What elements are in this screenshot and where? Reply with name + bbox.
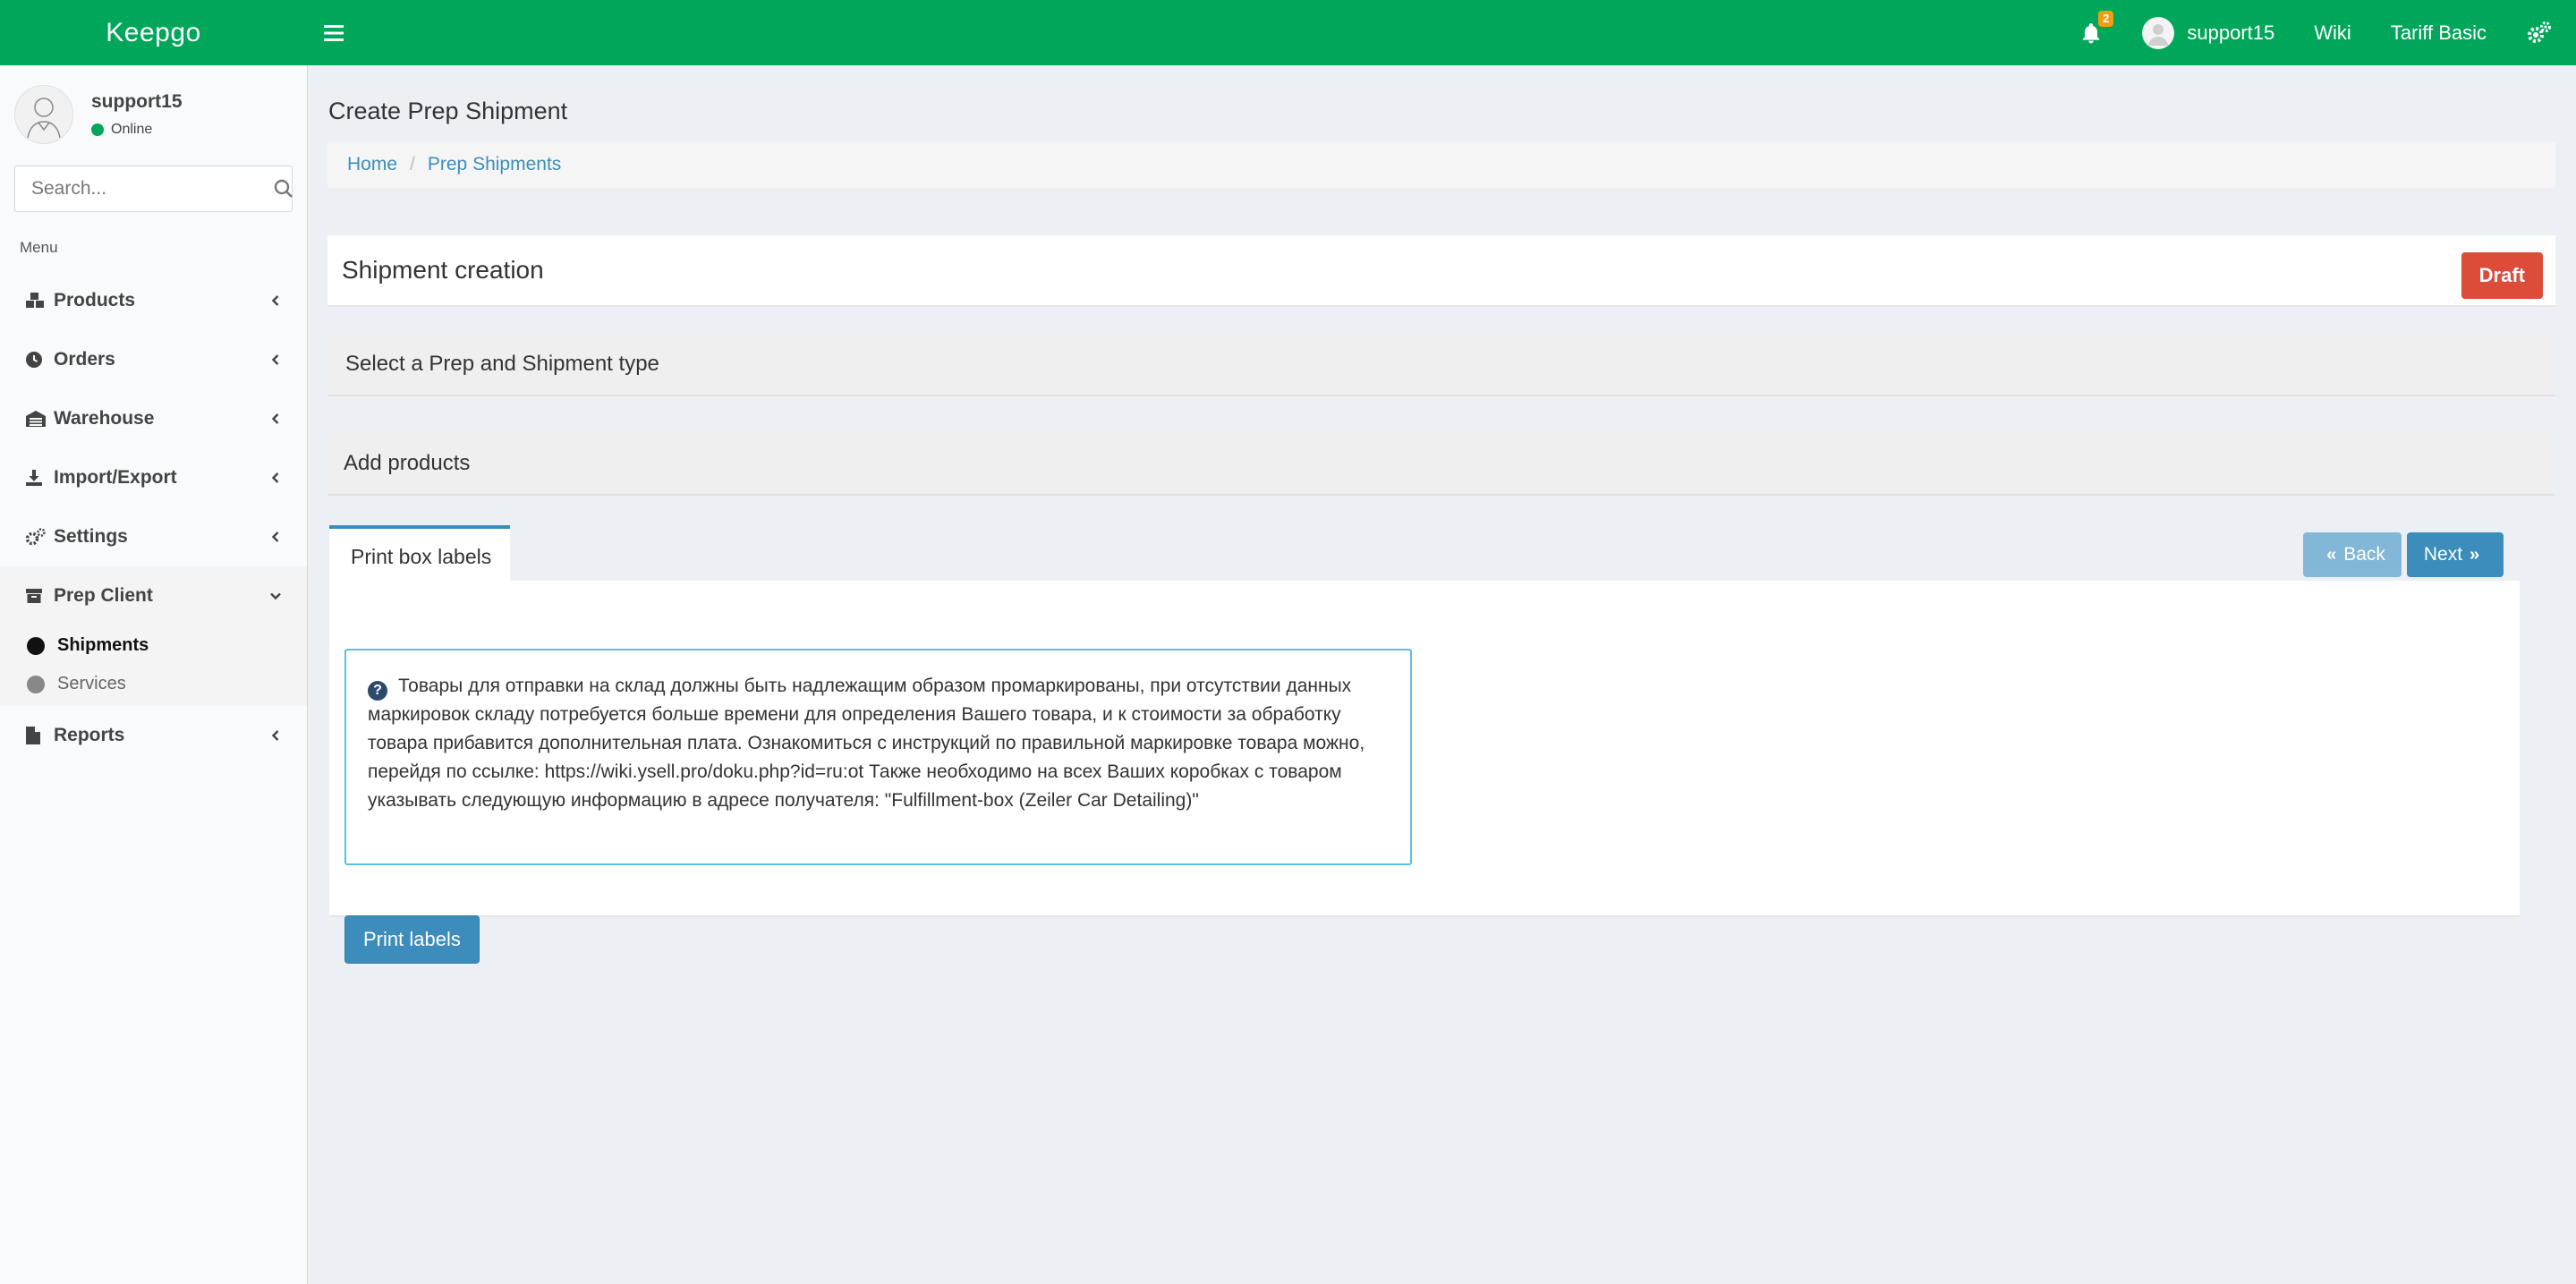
chevron-left-icon <box>271 295 279 306</box>
settings-button[interactable] <box>2506 0 2558 65</box>
user-menu[interactable]: support15 <box>2122 0 2294 65</box>
clock-icon <box>25 350 52 370</box>
top-navbar: Keepgo 2 support15 Wiki Tariff Basic <box>0 0 2576 65</box>
chevron-left-icon <box>271 730 279 741</box>
sidebar-item-label: Warehouse <box>54 408 155 429</box>
notification-count-badge: 2 <box>2098 11 2114 27</box>
archive-icon <box>25 586 52 606</box>
topbar-username: support15 <box>2187 21 2275 44</box>
sidebar-item-label: Reports <box>54 725 125 745</box>
sidebar-item-label: Prep Client <box>54 585 153 606</box>
step-add-products[interactable]: Add products <box>327 433 2555 496</box>
user-icon <box>27 98 61 139</box>
gears-icon <box>2528 21 2551 43</box>
print-labels-button[interactable]: Print labels <box>344 915 480 964</box>
sidebar: support15 Online Menu Products Orders Wa… <box>0 65 308 1284</box>
sidebar-item-prep-client[interactable]: Prep Client <box>0 566 307 625</box>
chevron-left-icon <box>271 472 279 483</box>
next-button-label: Next <box>2423 544 2463 565</box>
breadcrumb: Home / Prep Shipments <box>327 141 2555 188</box>
double-chevron-right-icon: » <box>2470 544 2480 565</box>
user-icon <box>2148 23 2169 46</box>
labeling-info-callout: ? Товары для отправки на склад должны быт… <box>344 649 1412 865</box>
file-icon <box>25 726 52 745</box>
callout-text: Товары для отправки на склад должны быть… <box>368 676 1365 811</box>
search-icon <box>274 179 293 198</box>
notifications-button[interactable]: 2 <box>2060 0 2122 65</box>
next-button[interactable]: Next » <box>2407 532 2504 577</box>
sidebar-group-prep-client: Prep Client Shipments Services <box>0 566 307 706</box>
sidebar-item-label: Settings <box>54 526 128 547</box>
sidebar-subitem-label: Shipments <box>57 635 149 655</box>
question-circle-icon: ? <box>368 681 387 701</box>
tab-print-box-labels[interactable]: Print box labels <box>329 525 510 584</box>
chevron-left-icon <box>271 413 279 424</box>
avatar <box>2142 16 2175 49</box>
breadcrumb-home[interactable]: Home <box>347 154 397 175</box>
double-chevron-left-icon: « <box>2326 544 2337 565</box>
step-select-prep-and-shipment-type[interactable]: Select a Prep and Shipment type <box>327 334 2555 396</box>
chevron-left-icon <box>271 531 279 542</box>
download-icon <box>25 468 52 488</box>
status-text: Online <box>111 122 153 137</box>
sidebar-item-settings[interactable]: Settings <box>0 507 307 566</box>
back-button-label: Back <box>2343 544 2385 565</box>
back-button[interactable]: « Back <box>2303 532 2402 577</box>
sidebar-item-reports[interactable]: Reports <box>0 706 307 765</box>
page-title: Create Prep Shipment <box>328 98 568 124</box>
sidebar-subitem-services[interactable]: Services <box>0 666 307 706</box>
breadcrumb-prep-shipments[interactable]: Prep Shipments <box>428 154 561 175</box>
hamburger-icon <box>324 24 344 41</box>
sidebar-item-products[interactable]: Products <box>0 271 307 330</box>
online-status: Online <box>91 122 183 138</box>
chevron-down-icon <box>270 592 281 600</box>
sidebar-username: support15 <box>91 91 183 112</box>
gears-icon <box>25 527 52 547</box>
tab-strip <box>510 525 2520 581</box>
user-panel: support15 Online <box>0 65 307 164</box>
cubes-icon <box>25 291 52 310</box>
sidebar-item-warehouse[interactable]: Warehouse <box>0 389 307 448</box>
draft-status-button[interactable]: Draft <box>2461 252 2543 299</box>
avatar <box>14 85 73 144</box>
online-dot-icon <box>91 123 104 136</box>
shipment-creation-header: Shipment creation Draft <box>327 235 2555 307</box>
warehouse-icon <box>25 409 52 429</box>
sidebar-item-import-export[interactable]: Import/Export <box>0 448 307 507</box>
sidebar-subitem-label: Services <box>57 674 126 693</box>
app-logo[interactable]: Keepgo <box>0 0 307 65</box>
sidebar-search <box>14 166 293 212</box>
search-button[interactable] <box>274 179 293 199</box>
sidebar-item-label: Orders <box>54 349 115 370</box>
sidebar-item-orders[interactable]: Orders <box>0 330 307 389</box>
sidebar-item-label: Import/Export <box>54 467 177 488</box>
menu-header: Menu <box>20 239 58 256</box>
circle-filled-icon <box>27 636 45 655</box>
print-box-labels-panel: Print box labels « Back Next » ? Товары д… <box>329 525 2520 964</box>
sidebar-item-label: Products <box>54 290 136 310</box>
breadcrumb-separator: / <box>410 154 415 174</box>
search-input[interactable] <box>15 167 274 210</box>
chevron-left-icon <box>271 354 279 365</box>
wiki-link[interactable]: Wiki <box>2294 0 2371 65</box>
circle-icon <box>27 675 45 693</box>
tariff-link[interactable]: Tariff Basic <box>2371 0 2506 65</box>
box-title: Shipment creation <box>342 256 544 284</box>
sidebar-toggle-button[interactable] <box>307 0 361 65</box>
sidebar-subitem-shipments[interactable]: Shipments <box>0 625 307 666</box>
main-content: Create Prep Shipment Home / Prep Shipmen… <box>308 65 2576 1284</box>
